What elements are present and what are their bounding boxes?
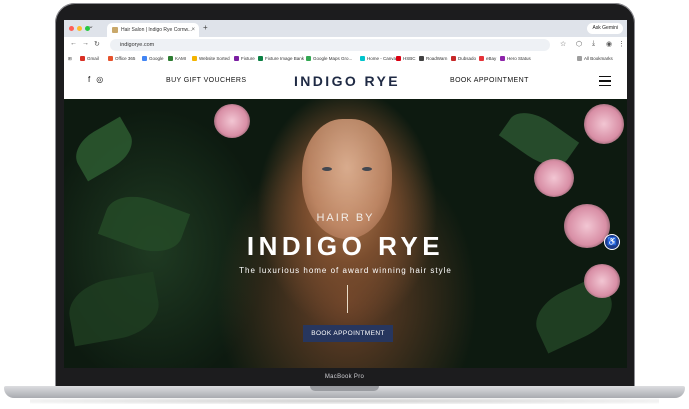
forward-icon[interactable]: → <box>82 40 89 47</box>
browser-tab[interactable]: Hair Salon | Indigo Rye Cornw... × <box>107 23 199 37</box>
gift-vouchers-link[interactable]: BUY GIFT VOUCHERS <box>166 77 246 84</box>
back-icon[interactable]: ← <box>70 40 77 47</box>
close-tab-icon[interactable]: × <box>191 23 195 37</box>
orchid-decoration <box>584 104 624 144</box>
tab-search-icon[interactable]: ⌄ <box>88 22 94 30</box>
hero-title: INDIGO RYE <box>246 231 445 261</box>
hamburger-menu-icon[interactable] <box>599 76 611 89</box>
bookmark-item[interactable]: Google <box>142 56 164 61</box>
hero-subtitle: The luxurious home of award winning hair… <box>239 266 452 275</box>
browser-toolbar: ← → ↻ indigorye.com ☆ ⬡ ⤓ ◉ ⋮ <box>64 37 627 54</box>
bookmark-item[interactable]: Office 365 <box>108 56 135 61</box>
menu-kebab-icon[interactable]: ⋮ <box>618 40 625 48</box>
bookmark-item[interactable]: Fixture <box>234 56 255 61</box>
reload-icon[interactable]: ↻ <box>94 40 100 48</box>
url-text: indigorye.com <box>120 42 155 48</box>
bookmark-item[interactable]: Home - Canva <box>360 56 396 61</box>
hero-book-appointment-button[interactable]: BOOK APPOINTMENT <box>303 325 393 342</box>
ask-gemini-button[interactable]: Ask Gemini <box>587 23 623 34</box>
bookmark-item[interactable]: HSBC <box>396 56 416 61</box>
window-controls <box>69 26 90 31</box>
book-appointment-link[interactable]: BOOK APPOINTMENT <box>450 77 529 84</box>
instagram-icon[interactable]: ◎ <box>96 75 103 84</box>
laptop-notch <box>310 386 379 391</box>
profile-icon[interactable]: ◉ <box>606 40 612 48</box>
hero-section: HAIR BY INDIGO RYE The luxurious home of… <box>64 99 627 368</box>
address-bar[interactable]: indigorye.com <box>110 39 550 51</box>
minimize-window-button[interactable] <box>77 26 82 31</box>
new-tab-button[interactable]: + <box>203 23 208 32</box>
bookmark-item[interactable]: Website Sorted <box>192 56 230 61</box>
bookmark-item[interactable]: Fixture Image Bank <box>258 56 304 61</box>
eye-detail <box>322 167 332 171</box>
leaf-decoration <box>64 271 164 347</box>
bookmark-item[interactable]: Dubsado <box>451 56 476 61</box>
site-header: f ◎ BUY GIFT VOUCHERS INDIGO RYE BOOK AP… <box>64 66 627 99</box>
site-logo[interactable]: INDIGO RYE <box>294 73 400 89</box>
bookmark-star-icon[interactable]: ☆ <box>560 40 566 48</box>
laptop-shadow <box>30 398 659 404</box>
orchid-decoration <box>214 104 250 138</box>
bookmark-item[interactable]: KAMI <box>168 56 186 61</box>
tab-title: Hair Salon | Indigo Rye Cornw... <box>121 27 193 33</box>
bookmark-item[interactable]: Google Maps Gro... <box>306 56 352 61</box>
apps-grid-icon[interactable]: ⊞ <box>68 56 72 62</box>
facebook-icon[interactable]: f <box>88 75 90 84</box>
laptop-mockup: MacBook Pro ⌄ Hair Salon | Indigo Rye Co… <box>0 0 689 409</box>
orchid-decoration <box>534 159 574 197</box>
favicon-icon <box>112 27 118 33</box>
extensions-icon[interactable]: ⬡ <box>576 40 582 48</box>
accessibility-icon[interactable]: ♿ <box>604 234 620 250</box>
bookmark-item[interactable]: Hero Status <box>500 56 531 61</box>
close-window-button[interactable] <box>69 26 74 31</box>
bookmark-item[interactable]: RoadWarn <box>419 56 447 61</box>
download-icon[interactable]: ⤓ <box>592 40 595 48</box>
social-links: f ◎ <box>88 75 103 84</box>
bookmark-item[interactable]: eBay <box>479 56 496 61</box>
screen: ⌄ Hair Salon | Indigo Rye Cornw... × + A… <box>64 20 627 368</box>
eye-detail <box>362 167 372 171</box>
hero-divider <box>347 285 348 313</box>
bookmarks-bar: ⊞ Gmail Office 365 Google KAMI Website S… <box>64 53 627 67</box>
browser-tab-strip: ⌄ Hair Salon | Indigo Rye Cornw... × + A… <box>64 20 627 37</box>
leaf-decoration <box>68 116 140 182</box>
device-label: MacBook Pro <box>324 374 365 380</box>
bookmark-item[interactable]: Gmail <box>80 56 99 61</box>
all-bookmarks-button[interactable]: All Bookmarks <box>577 56 613 61</box>
hero-pretitle: HAIR BY <box>316 212 375 224</box>
